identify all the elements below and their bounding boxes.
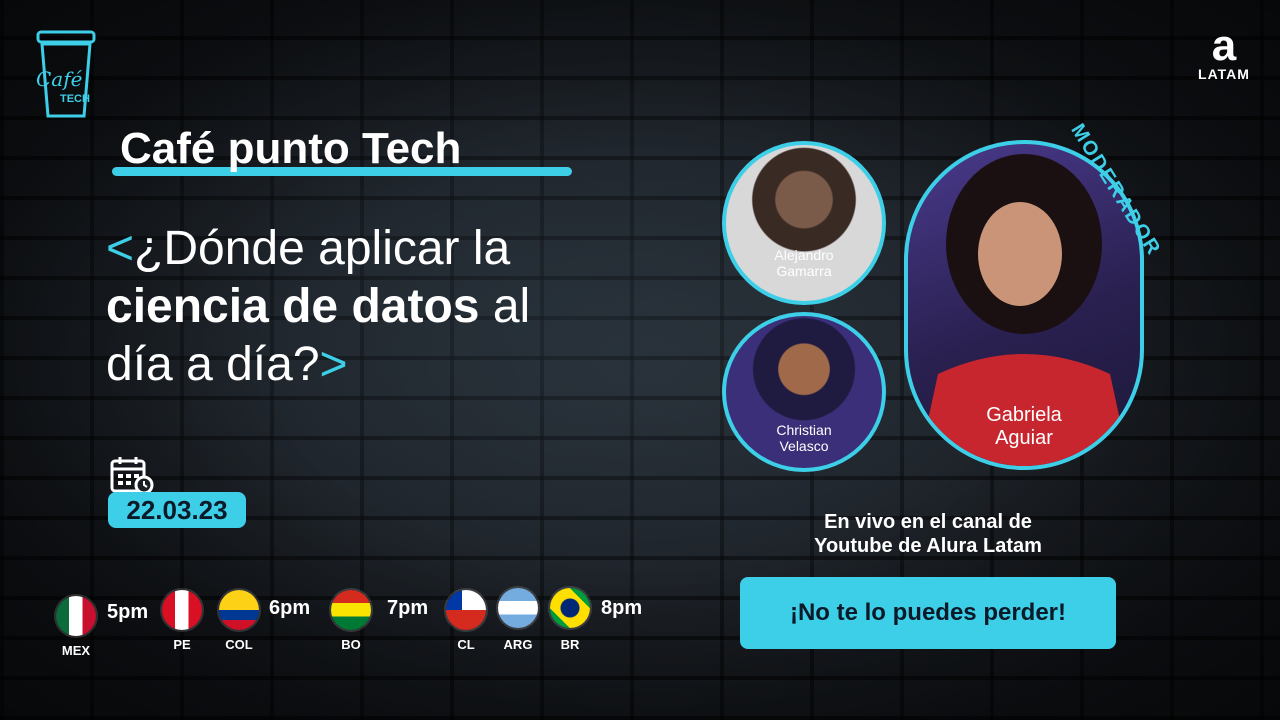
cup-icon: Café TECH — [36, 30, 96, 118]
alura-latam-logo: a LATAM — [1192, 21, 1256, 83]
country-code-bo: BO — [341, 637, 361, 652]
country-code-col: COL — [225, 637, 253, 652]
headline-open-bracket: < — [106, 222, 135, 275]
moderator-first-name: Gabriela — [986, 404, 1062, 426]
flag-peru-icon — [162, 590, 202, 630]
time-5pm: 5pm — [107, 601, 149, 623]
calendar-icon — [110, 455, 154, 495]
headline-after-bold: al — [479, 280, 531, 333]
cup-text-2: TECH — [60, 93, 90, 105]
speaker-photo-alejandro: Alejandro Gamarra — [722, 141, 886, 305]
headline-line-3: día a día? — [106, 338, 320, 391]
flag-bolivia-icon — [331, 590, 371, 630]
speaker-last-name: Velasco — [779, 438, 829, 454]
speaker-first-name: Alejandro — [774, 247, 834, 263]
country-code-mex: MEX — [61, 643, 91, 658]
flag-colombia-icon — [219, 590, 259, 630]
headline: <¿Dónde aplicar la ciencia de datos al d… — [106, 220, 686, 394]
flag-argentina-icon — [498, 588, 538, 628]
flag-brazil-icon — [550, 588, 590, 628]
time-7pm: 7pm — [387, 597, 429, 619]
time-8pm: 8pm — [601, 597, 643, 619]
live-line-2: Youtube de Alura Latam — [814, 535, 1042, 557]
speaker-photo-christian: Christian Velasco — [722, 312, 886, 472]
event-date: 22.03.23 — [108, 492, 246, 528]
cafe-tech-logo: Café TECH — [30, 28, 102, 123]
event-banner: Café TECH a LATAM Café punto Tech <¿Dónd… — [0, 0, 1280, 720]
headline-bold: ciencia de datos — [106, 280, 480, 333]
country-code-arg: ARG — [503, 637, 533, 652]
country-code-pe: PE — [173, 637, 191, 652]
speaker-name-alejandro: Alejandro Gamarra — [726, 247, 882, 279]
moderator-last-name: Aguiar — [995, 427, 1053, 449]
flag-chile-icon — [446, 590, 486, 630]
time-6pm: 6pm — [269, 597, 311, 619]
cup-text-1: Café — [36, 67, 83, 91]
speaker-last-name: Gamarra — [776, 263, 832, 279]
flag-mexico-icon — [56, 596, 96, 636]
moderator-name: Gabriela Aguiar — [908, 404, 1140, 450]
brand-label: LATAM — [1198, 66, 1250, 82]
cta-button[interactable]: ¡No te lo puedes perder! — [740, 577, 1116, 649]
country-code-br: BR — [560, 637, 580, 652]
headline-close-bracket: > — [319, 338, 348, 391]
speaker-first-name: Christian — [776, 422, 832, 438]
brand-mark: a — [1211, 21, 1237, 70]
live-line-1: En vivo en el canal de — [824, 511, 1032, 533]
headline-line-1: ¿Dónde aplicar la — [134, 222, 511, 275]
live-info: En vivo en el canal de Youtube de Alura … — [740, 510, 1116, 558]
country-code-cl: CL — [457, 637, 475, 652]
speaker-name-christian: Christian Velasco — [726, 422, 882, 454]
event-title: Café punto Tech — [120, 124, 462, 173]
